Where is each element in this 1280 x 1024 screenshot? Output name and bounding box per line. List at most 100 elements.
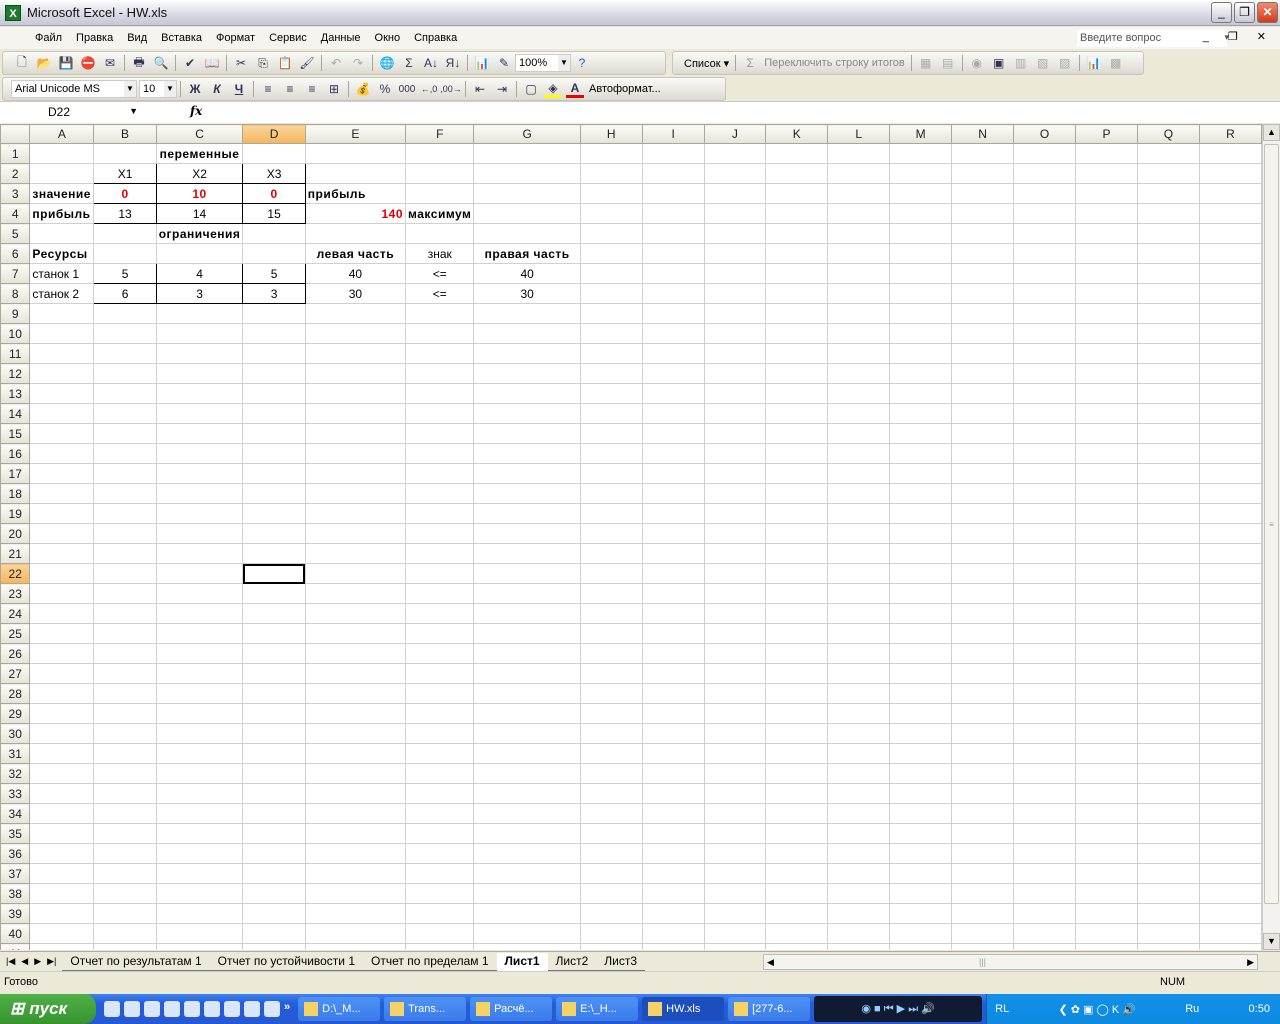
- cell-m12[interactable]: [889, 363, 953, 384]
- cell-e27[interactable]: [304, 663, 407, 684]
- cell-g4[interactable]: [473, 203, 581, 224]
- cell-q22[interactable]: [1136, 563, 1200, 584]
- cell-g19[interactable]: [473, 503, 581, 524]
- taskbar-button[interactable]: HW.xls: [642, 997, 725, 1021]
- cell-p33[interactable]: [1075, 783, 1138, 804]
- cell-d35[interactable]: [242, 823, 306, 844]
- cell-p10[interactable]: [1075, 323, 1138, 344]
- cell-f20[interactable]: [405, 523, 475, 544]
- cell-o24[interactable]: [1013, 603, 1077, 624]
- cell-p14[interactable]: [1075, 403, 1138, 424]
- cell-b4[interactable]: 13: [93, 203, 157, 224]
- cell-c12[interactable]: [155, 363, 244, 384]
- cell-c29[interactable]: [155, 703, 244, 724]
- cell-n33[interactable]: [951, 783, 1015, 804]
- toggle-totals-button[interactable]: Переключить строку итогов: [761, 57, 908, 69]
- cell-f29[interactable]: [405, 703, 475, 724]
- cell-g18[interactable]: [473, 483, 581, 504]
- cell-d39[interactable]: [242, 903, 306, 924]
- taskbar-button[interactable]: [277-6...: [728, 997, 811, 1021]
- menu-format[interactable]: Формат: [209, 32, 262, 44]
- cell-g2[interactable]: [473, 163, 581, 184]
- cell-r5[interactable]: [1198, 223, 1262, 244]
- copy-icon[interactable]: ⎘: [254, 54, 272, 72]
- cell-g24[interactable]: [473, 603, 581, 624]
- row-header-41[interactable]: 41: [0, 943, 31, 950]
- cell-c36[interactable]: [155, 843, 244, 864]
- cell-f35[interactable]: [405, 823, 475, 844]
- cell-h32[interactable]: [579, 763, 643, 784]
- row-header-40[interactable]: 40: [0, 923, 31, 944]
- cell-d33[interactable]: [242, 783, 306, 804]
- cell-i21[interactable]: [641, 543, 705, 564]
- cell-h22[interactable]: [579, 563, 643, 584]
- cell-i20[interactable]: [641, 523, 705, 544]
- cell-c27[interactable]: [155, 663, 244, 684]
- list-properties-icon[interactable]: ▣: [990, 54, 1008, 72]
- cell-h13[interactable]: [579, 383, 643, 404]
- cell-b26[interactable]: [93, 643, 157, 664]
- cell-g16[interactable]: [473, 443, 581, 464]
- cell-b14[interactable]: [93, 403, 157, 424]
- cell-o15[interactable]: [1013, 423, 1077, 444]
- cell-b15[interactable]: [93, 423, 157, 444]
- cell-o27[interactable]: [1013, 663, 1077, 684]
- cell-e18[interactable]: [304, 483, 407, 504]
- cell-o14[interactable]: [1013, 403, 1077, 424]
- cell-k39[interactable]: [765, 903, 829, 924]
- cell-o33[interactable]: [1013, 783, 1077, 804]
- cell-o10[interactable]: [1013, 323, 1077, 344]
- cell-e30[interactable]: [304, 723, 407, 744]
- cell-d40[interactable]: [242, 923, 306, 944]
- cell-b1[interactable]: [93, 143, 157, 164]
- cell-b11[interactable]: [93, 343, 157, 364]
- column-header-b[interactable]: B: [93, 124, 157, 144]
- row-header-35[interactable]: 35: [0, 823, 31, 844]
- cell-r24[interactable]: [1198, 603, 1262, 624]
- cell-g21[interactable]: [473, 543, 581, 564]
- cell-l31[interactable]: [827, 743, 891, 764]
- row-header-15[interactable]: 15: [0, 423, 31, 444]
- cell-m18[interactable]: [889, 483, 953, 504]
- cell-j13[interactable]: [703, 383, 767, 404]
- cell-q15[interactable]: [1136, 423, 1200, 444]
- cell-e34[interactable]: [304, 803, 407, 824]
- cell-f26[interactable]: [405, 643, 475, 664]
- thousands-button[interactable]: 000: [398, 80, 416, 98]
- cell-f37[interactable]: [405, 863, 475, 884]
- quicklaunch-icon[interactable]: [144, 1001, 160, 1017]
- cell-l41[interactable]: [827, 943, 891, 950]
- cell-i23[interactable]: [641, 583, 705, 604]
- cell-o30[interactable]: [1013, 723, 1077, 744]
- column-header-m[interactable]: M: [889, 124, 953, 144]
- cell-c39[interactable]: [155, 903, 244, 924]
- cell-d20[interactable]: [242, 523, 306, 544]
- cell-h12[interactable]: [579, 363, 643, 384]
- cell-o5[interactable]: [1013, 223, 1077, 244]
- cell-f34[interactable]: [405, 803, 475, 824]
- chart-wizard-icon[interactable]: 📊: [473, 54, 491, 72]
- row-header-29[interactable]: 29: [0, 703, 31, 724]
- cell-e40[interactable]: [304, 923, 407, 944]
- cell-k5[interactable]: [765, 223, 829, 244]
- cell-g7[interactable]: 40: [473, 263, 581, 284]
- cell-p27[interactable]: [1075, 663, 1138, 684]
- cell-e23[interactable]: [304, 583, 407, 604]
- menu-insert[interactable]: Вставка: [154, 32, 209, 44]
- cell-q18[interactable]: [1136, 483, 1200, 504]
- cell-l35[interactable]: [827, 823, 891, 844]
- cell-d18[interactable]: [242, 483, 306, 504]
- cell-o18[interactable]: [1013, 483, 1077, 504]
- fill-color-icon[interactable]: ◈: [544, 80, 562, 98]
- cell-k15[interactable]: [765, 423, 829, 444]
- cell-q5[interactable]: [1136, 223, 1200, 244]
- cell-d23[interactable]: [242, 583, 306, 604]
- cell-a3[interactable]: значение: [29, 183, 95, 204]
- cell-l17[interactable]: [827, 463, 891, 484]
- cell-o40[interactable]: [1013, 923, 1077, 944]
- cell-d2[interactable]: X3: [242, 163, 306, 184]
- cell-q35[interactable]: [1136, 823, 1200, 844]
- cell-j22[interactable]: [703, 563, 767, 584]
- cell-o13[interactable]: [1013, 383, 1077, 404]
- cell-l10[interactable]: [827, 323, 891, 344]
